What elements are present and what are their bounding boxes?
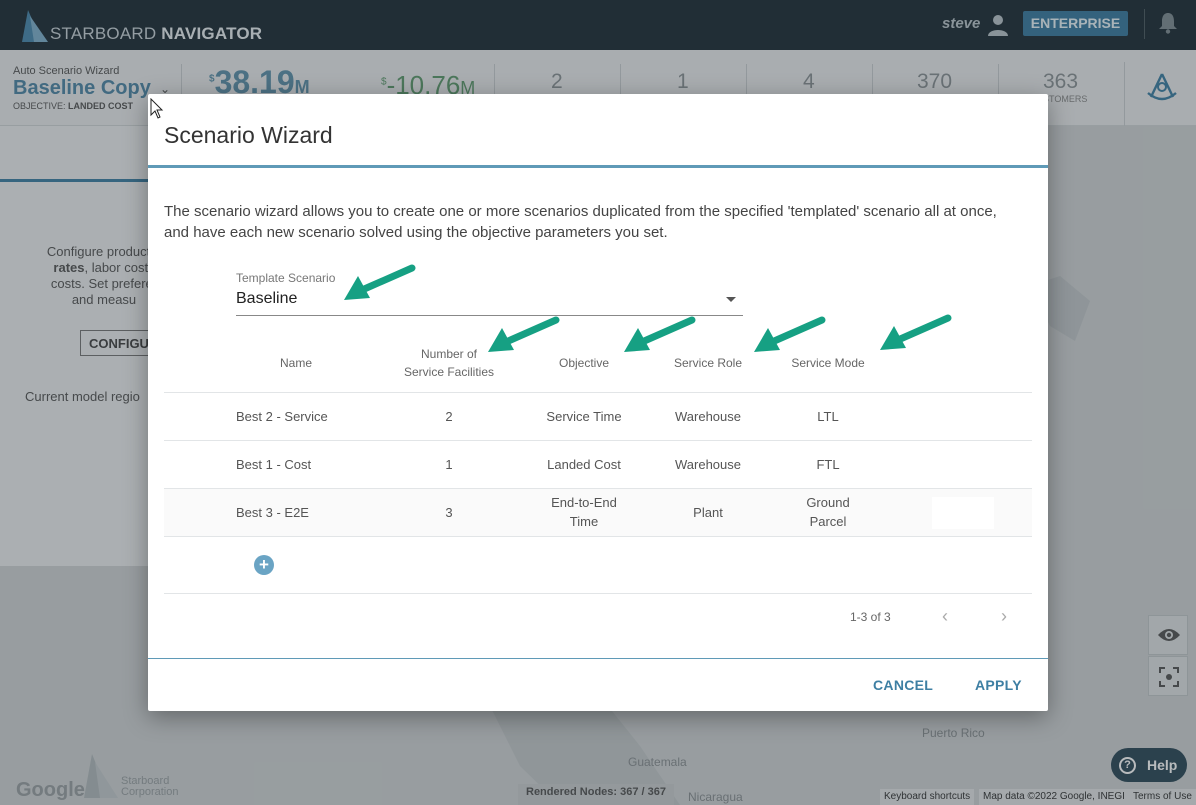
add-scenario-button[interactable]: +	[254, 555, 274, 575]
row-objective: Service Time	[546, 409, 622, 424]
mouse-cursor-icon	[150, 98, 164, 119]
divider	[164, 536, 1032, 537]
row-service-mode: LTL	[817, 409, 839, 424]
apply-button[interactable]: APPLY	[975, 677, 1022, 693]
row-service-mode: Ground Parcel	[806, 495, 850, 529]
row-facilities: 1	[445, 457, 453, 472]
dropdown-caret-icon[interactable]	[726, 297, 736, 302]
row-facilities: 3	[445, 505, 453, 520]
template-scenario-select[interactable]	[236, 284, 743, 316]
table-row[interactable]: Best 2 - Service 2 Service Time Warehous…	[164, 392, 1032, 440]
annotation-arrow-icon	[624, 316, 696, 352]
table-row[interactable]: Best 1 - Cost 1 Landed Cost Warehouse FT…	[164, 440, 1032, 488]
annotation-arrow-icon	[754, 316, 826, 352]
row-objective: End-to-End Time	[551, 495, 617, 529]
divider	[148, 658, 1048, 659]
divider	[164, 593, 1032, 594]
chevron-left-icon[interactable]: ‹	[942, 606, 948, 627]
cancel-button[interactable]: CANCEL	[873, 677, 933, 693]
annotation-arrow-icon	[488, 316, 560, 352]
annotation-arrow-icon	[344, 264, 416, 300]
chevron-right-icon[interactable]: ›	[1001, 606, 1007, 627]
row-objective: Landed Cost	[547, 457, 621, 472]
pagination-info: 1-3 of 3	[850, 610, 891, 624]
row-name: Best 2 - Service	[236, 409, 328, 424]
row-actions[interactable]	[932, 497, 994, 529]
row-service-role: Plant	[693, 505, 723, 520]
table-row[interactable]: Best 3 - E2E 3 End-to-End Time Plant Grou…	[164, 488, 1032, 536]
dialog-title: Scenario Wizard	[164, 122, 333, 148]
row-service-role: Warehouse	[675, 457, 741, 472]
divider	[148, 165, 1048, 168]
annotation-arrow-icon	[880, 314, 952, 350]
template-scenario-value[interactable]: Baseline	[236, 290, 297, 308]
row-service-mode: FTL	[816, 457, 840, 472]
dialog-description: The scenario wizard allows you to create…	[164, 203, 997, 241]
template-scenario-label: Template Scenario	[236, 271, 336, 285]
row-service-role: Warehouse	[675, 409, 741, 424]
scenario-wizard-dialog: Scenario Wizard The scenario wizard allo…	[148, 94, 1048, 711]
row-name: Best 3 - E2E	[236, 505, 309, 520]
column-header-name: Name	[280, 356, 313, 370]
row-facilities: 2	[445, 409, 453, 424]
row-name: Best 1 - Cost	[236, 457, 312, 472]
